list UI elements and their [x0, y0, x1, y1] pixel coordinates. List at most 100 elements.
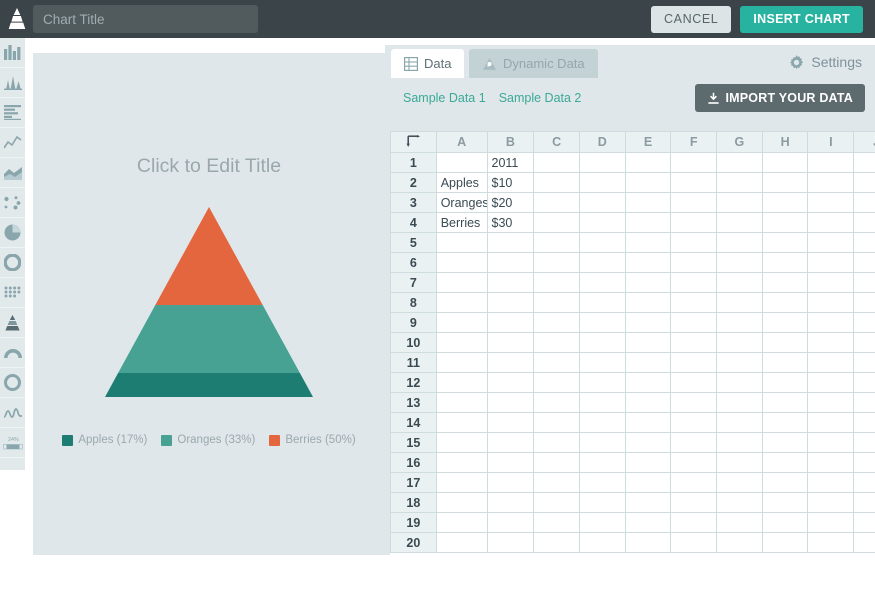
cell-E19[interactable] [625, 513, 671, 533]
sidebar-item-histogram-chart[interactable] [0, 68, 25, 98]
cell-E15[interactable] [625, 433, 671, 453]
cell-A17[interactable] [436, 473, 487, 493]
cell-J1[interactable] [854, 153, 875, 173]
cell-B19[interactable] [487, 513, 534, 533]
row-header-4[interactable]: 4 [391, 213, 437, 233]
cell-C4[interactable] [534, 213, 580, 233]
cell-J20[interactable] [854, 533, 875, 553]
cell-C2[interactable] [534, 173, 580, 193]
cell-A6[interactable] [436, 253, 487, 273]
cell-E12[interactable] [625, 373, 671, 393]
cell-E5[interactable] [625, 233, 671, 253]
tab-dynamic-data[interactable]: Dynamic Data [469, 49, 598, 78]
cell-F19[interactable] [671, 513, 717, 533]
cell-G16[interactable] [717, 453, 763, 473]
cell-I11[interactable] [808, 353, 854, 373]
cell-D16[interactable] [579, 453, 625, 473]
sidebar-item-area-chart[interactable] [0, 158, 25, 188]
cell-J12[interactable] [854, 373, 875, 393]
sample-data-2-link[interactable]: Sample Data 2 [499, 91, 582, 105]
cell-G1[interactable] [717, 153, 763, 173]
sample-data-1-link[interactable]: Sample Data 1 [403, 91, 486, 105]
cell-B8[interactable] [487, 293, 534, 313]
cell-D3[interactable] [579, 193, 625, 213]
cell-C10[interactable] [534, 333, 580, 353]
cell-I17[interactable] [808, 473, 854, 493]
cell-E13[interactable] [625, 393, 671, 413]
cell-A14[interactable] [436, 413, 487, 433]
cell-E16[interactable] [625, 453, 671, 473]
sidebar-item-line-chart[interactable] [0, 128, 25, 158]
cell-J18[interactable] [854, 493, 875, 513]
row-header-3[interactable]: 3 [391, 193, 437, 213]
cell-G8[interactable] [717, 293, 763, 313]
cell-E8[interactable] [625, 293, 671, 313]
sidebar-item-pyramid-chart[interactable] [0, 308, 25, 338]
cell-B9[interactable] [487, 313, 534, 333]
cell-B13[interactable] [487, 393, 534, 413]
cell-H11[interactable] [762, 353, 808, 373]
cell-F2[interactable] [671, 173, 717, 193]
cell-F3[interactable] [671, 193, 717, 213]
cell-H4[interactable] [762, 213, 808, 233]
cell-D12[interactable] [579, 373, 625, 393]
cell-G7[interactable] [717, 273, 763, 293]
column-header-g[interactable]: G [717, 132, 763, 153]
cell-G18[interactable] [717, 493, 763, 513]
cell-E14[interactable] [625, 413, 671, 433]
cell-H6[interactable] [762, 253, 808, 273]
cell-C7[interactable] [534, 273, 580, 293]
cell-G15[interactable] [717, 433, 763, 453]
cell-D19[interactable] [579, 513, 625, 533]
cell-A10[interactable] [436, 333, 487, 353]
cell-G6[interactable] [717, 253, 763, 273]
cell-F10[interactable] [671, 333, 717, 353]
cell-F6[interactable] [671, 253, 717, 273]
row-header-12[interactable]: 12 [391, 373, 437, 393]
cell-G4[interactable] [717, 213, 763, 233]
cell-C11[interactable] [534, 353, 580, 373]
cell-J2[interactable] [854, 173, 875, 193]
cell-G3[interactable] [717, 193, 763, 213]
cell-D17[interactable] [579, 473, 625, 493]
sidebar-item-column-chart[interactable] [0, 38, 25, 68]
cell-B12[interactable] [487, 373, 534, 393]
cell-J19[interactable] [854, 513, 875, 533]
cell-J14[interactable] [854, 413, 875, 433]
cell-H15[interactable] [762, 433, 808, 453]
cell-C15[interactable] [534, 433, 580, 453]
cell-C14[interactable] [534, 413, 580, 433]
cell-C16[interactable] [534, 453, 580, 473]
cell-C19[interactable] [534, 513, 580, 533]
cell-D1[interactable] [579, 153, 625, 173]
cell-I15[interactable] [808, 433, 854, 453]
sidebar-item-pie-chart[interactable] [0, 218, 25, 248]
cell-F11[interactable] [671, 353, 717, 373]
cell-I19[interactable] [808, 513, 854, 533]
cell-B18[interactable] [487, 493, 534, 513]
cell-G10[interactable] [717, 333, 763, 353]
cell-D6[interactable] [579, 253, 625, 273]
cell-C12[interactable] [534, 373, 580, 393]
cell-E2[interactable] [625, 173, 671, 193]
row-header-16[interactable]: 16 [391, 453, 437, 473]
cell-A12[interactable] [436, 373, 487, 393]
insert-chart-button[interactable]: INSERT CHART [740, 6, 863, 33]
row-header-19[interactable]: 19 [391, 513, 437, 533]
cell-I12[interactable] [808, 373, 854, 393]
cell-G5[interactable] [717, 233, 763, 253]
cell-C17[interactable] [534, 473, 580, 493]
cell-A15[interactable] [436, 433, 487, 453]
row-header-13[interactable]: 13 [391, 393, 437, 413]
cell-J16[interactable] [854, 453, 875, 473]
cell-D10[interactable] [579, 333, 625, 353]
row-header-10[interactable]: 10 [391, 333, 437, 353]
cell-G14[interactable] [717, 413, 763, 433]
tab-data[interactable]: Data [391, 49, 464, 78]
cell-D20[interactable] [579, 533, 625, 553]
cell-B11[interactable] [487, 353, 534, 373]
cell-E11[interactable] [625, 353, 671, 373]
cell-J11[interactable] [854, 353, 875, 373]
cell-G20[interactable] [717, 533, 763, 553]
cell-A8[interactable] [436, 293, 487, 313]
